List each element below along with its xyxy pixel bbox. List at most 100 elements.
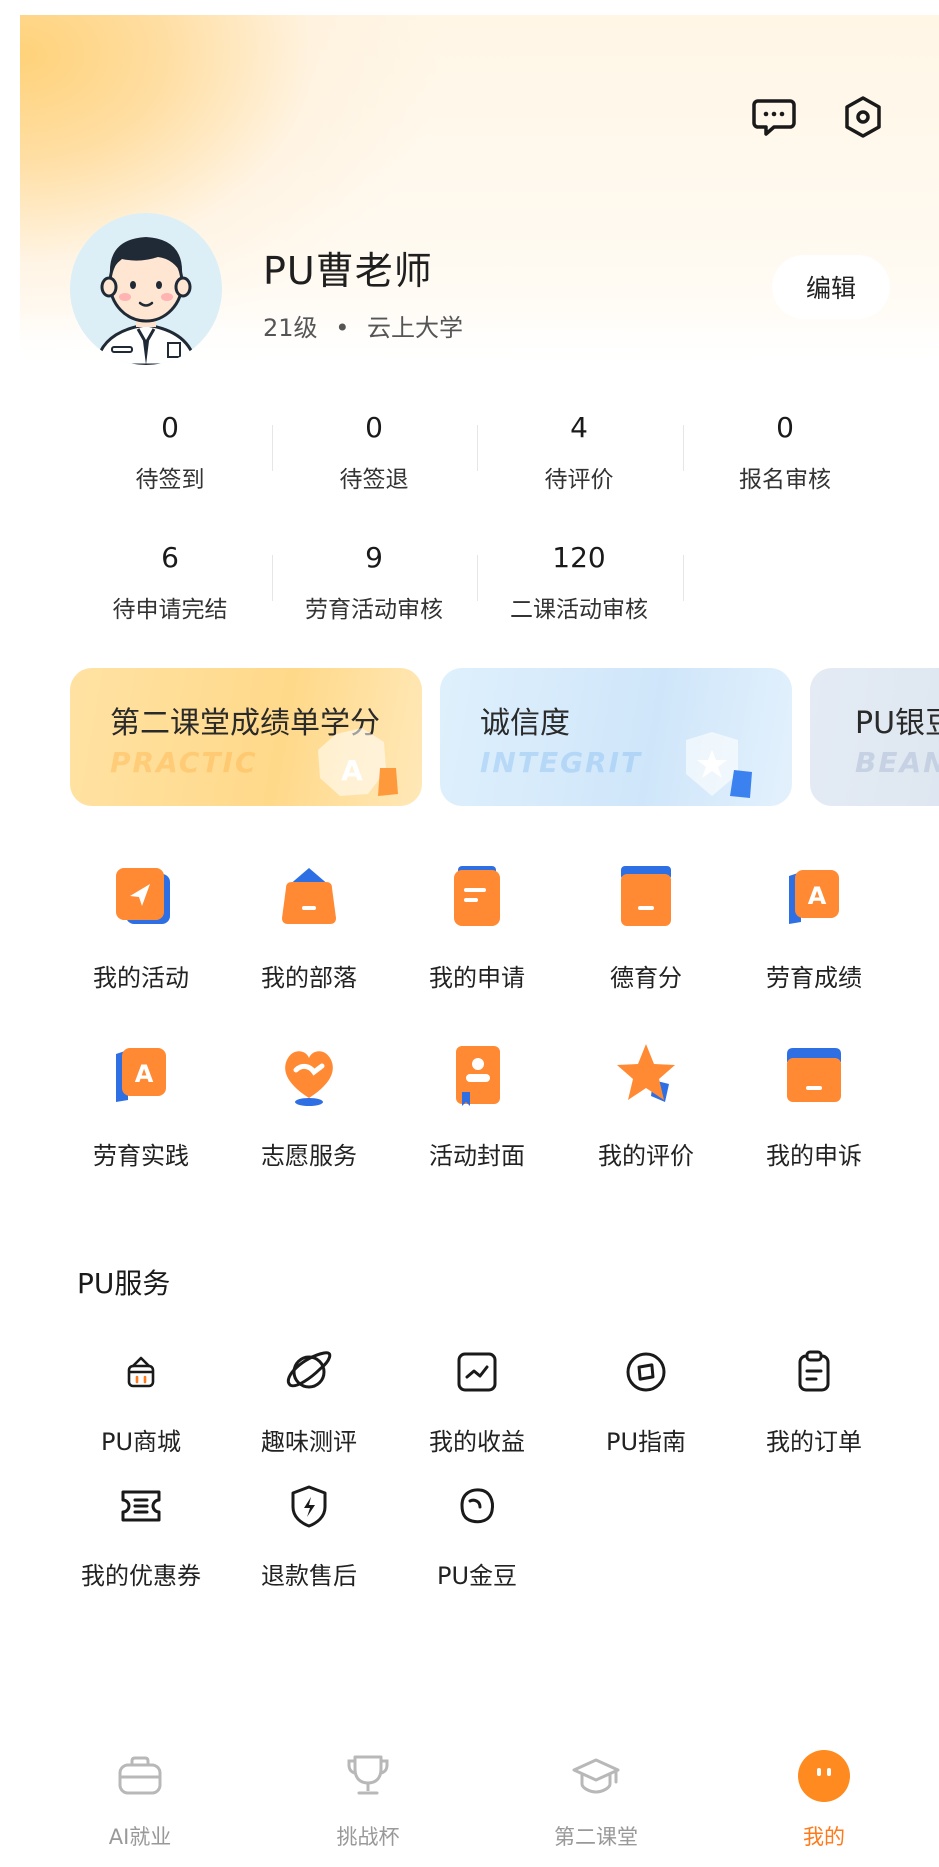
coupon-icon xyxy=(113,1478,169,1534)
grid-label: 我的活动 xyxy=(93,964,189,992)
grid-labor-grade[interactable]: A 劳育成绩 xyxy=(730,862,898,993)
stat-value: 9 xyxy=(365,541,383,574)
grid-my-application[interactable]: 我的申请 xyxy=(393,862,561,993)
svg-text:A: A xyxy=(341,754,363,787)
user-grade: 21级 xyxy=(263,314,318,342)
service-label: PU商城 xyxy=(100,1428,182,1456)
tab-label: 挑战杯 xyxy=(336,1825,400,1849)
stat-divider xyxy=(683,425,684,471)
stat-pending-checkout[interactable]: 0 待签退 xyxy=(289,408,459,494)
service-pu-guide[interactable]: PU指南 xyxy=(562,1344,730,1457)
tab-ai-employment[interactable]: AI就业 xyxy=(55,1748,225,1851)
stat-label: 待评价 xyxy=(544,467,614,493)
user-name: PU曹老师 xyxy=(263,249,433,293)
grid-volunteer[interactable]: 志愿服务 xyxy=(225,1040,393,1171)
stat-labor-audit[interactable]: 9 劳育活动审核 xyxy=(289,538,459,624)
tab-mine[interactable]: 我的 xyxy=(739,1748,909,1851)
service-fun-test[interactable]: 趣味测评 xyxy=(225,1344,393,1457)
stat-label: 待申请完结 xyxy=(112,597,228,623)
compass-icon xyxy=(618,1344,674,1400)
service-label: PU金豆 xyxy=(436,1562,518,1590)
stat-value: 0 xyxy=(161,411,179,444)
stat-signup-audit[interactable]: 0 报名审核 xyxy=(700,408,870,494)
send-activity-icon xyxy=(106,862,176,932)
svg-text:A: A xyxy=(808,882,827,910)
grid-label: 劳育实践 xyxy=(93,1142,189,1170)
card-watermark: PRACTIC xyxy=(110,746,258,779)
labor-grade-icon: A xyxy=(779,862,849,932)
tab-label: 我的 xyxy=(803,1825,845,1849)
services-section-title: PU服务 xyxy=(77,1267,171,1300)
meta-separator: • xyxy=(335,314,350,342)
grid-label: 我的申诉 xyxy=(766,1142,862,1170)
edit-profile-button[interactable]: 编辑 xyxy=(772,255,890,319)
tab-label: AI就业 xyxy=(108,1825,172,1849)
tab-challenge-cup[interactable]: 挑战杯 xyxy=(283,1748,453,1851)
star-shield-badge-icon xyxy=(686,732,752,798)
service-pu-gold-bean[interactable]: PU金豆 xyxy=(393,1478,561,1591)
service-label: PU指南 xyxy=(605,1428,687,1456)
grid-my-tribe[interactable]: 我的部落 xyxy=(225,862,393,993)
labor-practice-icon: A xyxy=(106,1040,176,1110)
grid-label: 德育分 xyxy=(610,964,682,992)
stat-pending-checkin[interactable]: 0 待签到 xyxy=(85,408,255,494)
service-my-income[interactable]: 我的收益 xyxy=(393,1344,561,1457)
grid-my-activities[interactable]: 我的活动 xyxy=(57,862,225,993)
bean-icon xyxy=(449,1478,505,1534)
service-refund[interactable]: 退款售后 xyxy=(225,1478,393,1591)
stat-value: 4 xyxy=(570,411,588,444)
moral-score-icon xyxy=(611,862,681,932)
stat-divider xyxy=(477,555,478,601)
card-title: PU银豆 xyxy=(855,706,939,741)
stat-value: 120 xyxy=(552,541,606,574)
service-my-coupons[interactable]: 我的优惠券 xyxy=(57,1478,225,1591)
svg-text:A: A xyxy=(135,1060,154,1088)
stat-label: 待签退 xyxy=(339,467,409,493)
service-pu-shop[interactable]: PU商城 xyxy=(57,1344,225,1457)
card-second-class-credit[interactable]: 第二课堂成绩单学分 PRACTIC A xyxy=(70,668,422,806)
card-watermark: INTEGRIT xyxy=(480,746,643,779)
card-watermark: BEAN xyxy=(855,746,939,779)
tribe-icon xyxy=(274,862,344,932)
stat-label: 劳育活动审核 xyxy=(305,597,443,623)
stat-second-class-audit[interactable]: 120 二课活动审核 xyxy=(494,538,664,624)
star-review-icon xyxy=(611,1040,681,1110)
stat-pending-review[interactable]: 4 待评价 xyxy=(494,408,664,494)
settings-button[interactable] xyxy=(838,92,888,142)
hexagon-gear-icon xyxy=(845,96,881,138)
card-silver-bean[interactable]: PU银豆 BEAN xyxy=(810,668,939,806)
shop-basket-icon xyxy=(113,1344,169,1400)
stat-pending-completion[interactable]: 6 待申请完结 xyxy=(85,538,255,624)
tab-second-classroom[interactable]: 第二课堂 xyxy=(511,1748,681,1851)
grid-label: 我的评价 xyxy=(598,1142,694,1170)
service-label: 我的优惠券 xyxy=(81,1562,201,1590)
grid-activity-cover[interactable]: 活动封面 xyxy=(393,1040,561,1171)
application-doc-icon xyxy=(442,862,512,932)
appeal-envelope-icon xyxy=(779,1040,849,1110)
card-integrity[interactable]: 诚信度 INTEGRIT xyxy=(440,668,792,806)
grid-moral-score[interactable]: 德育分 xyxy=(562,862,730,993)
grid-my-appeal[interactable]: 我的申诉 xyxy=(730,1040,898,1171)
stat-value: 0 xyxy=(365,411,383,444)
service-label: 趣味测评 xyxy=(261,1428,357,1456)
grid-labor-practice[interactable]: A 劳育实践 xyxy=(57,1040,225,1171)
grid-label: 我的申请 xyxy=(429,964,525,992)
avatar[interactable] xyxy=(70,213,222,365)
planet-icon xyxy=(281,1344,337,1400)
stat-value: 0 xyxy=(776,411,794,444)
stat-label: 报名审核 xyxy=(739,467,831,493)
grid-my-review[interactable]: 我的评价 xyxy=(562,1040,730,1171)
stat-divider xyxy=(272,425,273,471)
grade-a-badge-icon: A xyxy=(318,728,398,796)
stat-value: 6 xyxy=(161,541,179,574)
stat-label: 二课活动审核 xyxy=(510,597,648,623)
stat-divider xyxy=(477,425,478,471)
profile-page: PU曹老师 21级 • 云上大学 编辑 0 待签到 0 待签退 4 待评价 0 … xyxy=(0,0,939,1867)
service-my-orders[interactable]: 我的订单 xyxy=(730,1344,898,1457)
message-button[interactable] xyxy=(749,92,799,142)
service-label: 我的订单 xyxy=(766,1428,862,1456)
card-title: 诚信度 xyxy=(480,706,570,741)
stat-label: 待签到 xyxy=(135,467,205,493)
avatar-illustration xyxy=(70,213,222,365)
grid-label: 活动封面 xyxy=(429,1142,525,1170)
